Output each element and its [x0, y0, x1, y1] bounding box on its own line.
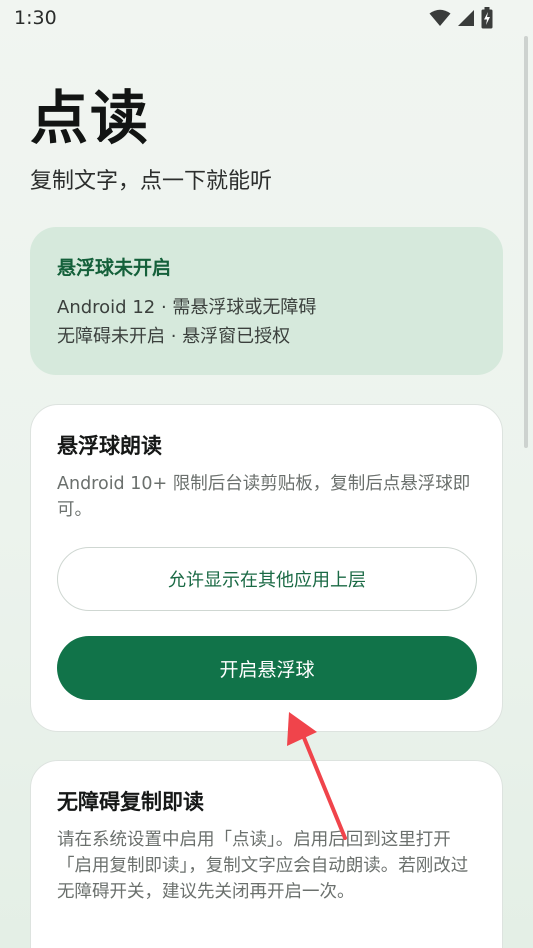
accessibility-card-title: 无障碍复制即读	[57, 790, 204, 814]
enable-floating-ball-button[interactable]: 开启悬浮球	[57, 636, 477, 700]
wifi-icon	[429, 9, 451, 26]
status-line-permissions: 无障碍未开启 · 悬浮窗已授权	[57, 326, 291, 347]
allow-overlay-button[interactable]: 允许显示在其他应用上层	[57, 547, 477, 611]
scrollbar[interactable]	[524, 36, 528, 448]
floating-card-title: 悬浮球朗读	[57, 434, 162, 458]
accessibility-card: 无障碍复制即读 请在系统设置中启用「点读」。启用后回到这里打开「启用复制即读」，…	[30, 760, 503, 948]
floating-ball-card: 悬浮球朗读 Android 10+ 限制后台读剪贴板，复制后点悬浮球即可。 允许…	[30, 404, 503, 732]
accessibility-card-description: 请在系统设置中启用「点读」。启用后回到这里打开「启用复制即读」，复制文字应会自动…	[57, 830, 469, 902]
status-bar: 1:30	[0, 0, 533, 36]
status-card-title: 悬浮球未开启	[57, 257, 172, 279]
page-subtitle: 复制文字，点一下就能听	[30, 169, 273, 194]
status-line-android: Android 12 · 需悬浮球或无障碍	[57, 297, 317, 318]
signal-icon	[458, 10, 474, 26]
battery-charging-icon	[481, 7, 493, 29]
status-card: 悬浮球未开启 Android 12 · 需悬浮球或无障碍 无障碍未开启 · 悬浮…	[30, 227, 503, 375]
status-icons	[429, 7, 493, 29]
status-time: 1:30	[14, 7, 57, 29]
page-title: 点读	[30, 84, 151, 152]
floating-card-description: Android 10+ 限制后台读剪贴板，复制后点悬浮球即可。	[57, 474, 471, 520]
